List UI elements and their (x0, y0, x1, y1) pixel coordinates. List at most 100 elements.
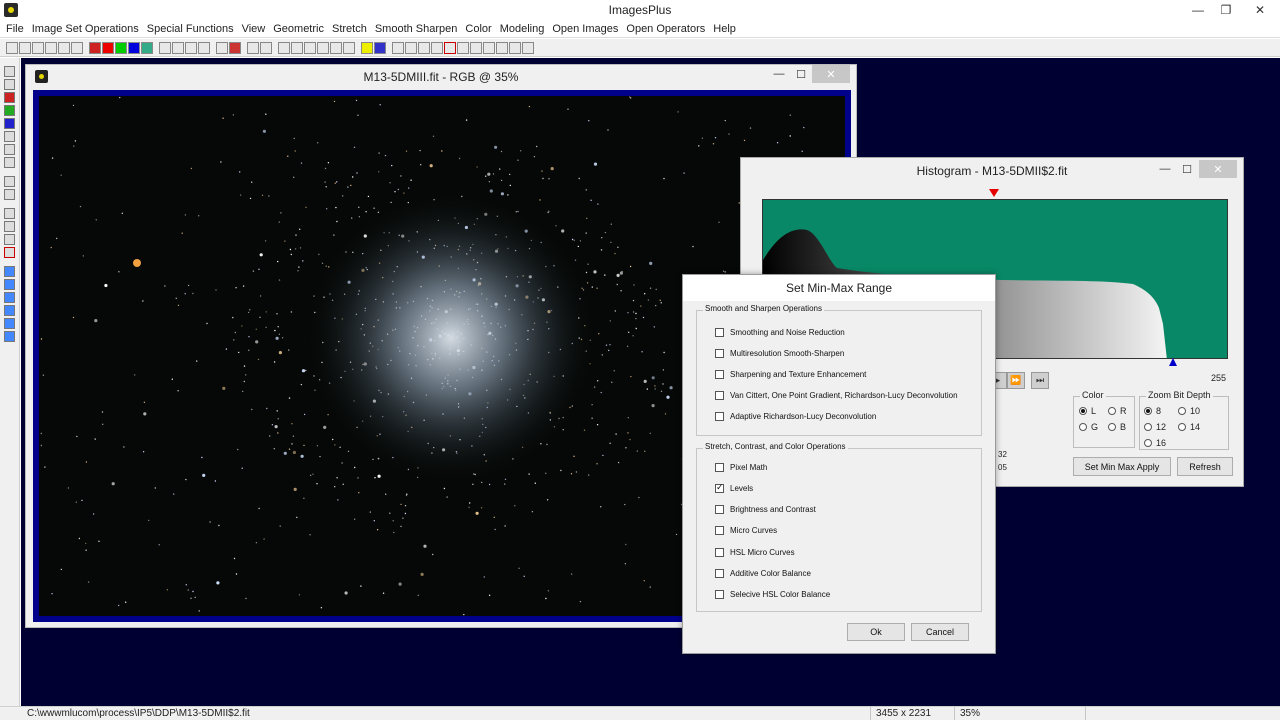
histogram-icon[interactable] (278, 41, 290, 54)
ok-button[interactable]: Ok (847, 623, 905, 641)
arrow-up-icon[interactable] (4, 279, 15, 290)
point-tool-icon[interactable] (216, 41, 228, 54)
close-image-icon[interactable] (45, 41, 57, 54)
menu-color[interactable]: Color (461, 23, 495, 35)
tool-icon[interactable] (4, 144, 15, 155)
tool-icon[interactable] (4, 234, 15, 245)
menu-stretch[interactable]: Stretch (328, 23, 371, 35)
green-channel-icon[interactable] (115, 41, 127, 54)
tool-icon[interactable] (4, 79, 15, 90)
undo-icon[interactable] (159, 41, 171, 54)
new-file-icon[interactable] (6, 41, 18, 54)
color-radio-l[interactable]: L (1079, 406, 1096, 416)
checkbox-multiresolution-smooth-sharpen[interactable]: Multiresolution Smooth-Sharpen (715, 349, 844, 358)
image-minimize-button[interactable]: — (768, 65, 790, 83)
checkbox-adaptive-rl-deconvolution[interactable]: Adaptive Richardson-Lucy Deconvolution (715, 412, 876, 421)
window-min-icon[interactable] (522, 41, 534, 54)
app-maximize-button[interactable]: ❐ (1212, 0, 1240, 20)
cancel-button[interactable]: Cancel (911, 623, 969, 641)
tool-icon[interactable] (4, 221, 15, 232)
mask-icon[interactable] (374, 41, 386, 54)
menu-image-set-operations[interactable]: Image Set Operations (28, 23, 143, 35)
redo-all-icon[interactable] (198, 41, 210, 54)
menu-special-functions[interactable]: Special Functions (143, 23, 238, 35)
color-radio-b[interactable]: B (1108, 422, 1126, 432)
checkbox-smoothing-noise-reduction[interactable]: Smoothing and Noise Reduction (715, 328, 845, 337)
redo-icon[interactable] (172, 41, 184, 54)
window-tile-icon[interactable] (483, 41, 495, 54)
menu-file[interactable]: File (2, 23, 28, 35)
move-icon[interactable] (4, 266, 15, 277)
checkbox-micro-curves[interactable]: Micro Curves (715, 526, 777, 535)
tool-icon[interactable] (4, 131, 15, 142)
blue-channel-icon[interactable] (128, 41, 140, 54)
menu-smooth-sharpen[interactable]: Smooth Sharpen (371, 23, 462, 35)
zoom-minus-icon[interactable] (457, 41, 469, 54)
window-small-icon[interactable] (509, 41, 521, 54)
menu-modeling[interactable]: Modeling (496, 23, 549, 35)
zoom-in-icon[interactable] (392, 41, 404, 54)
color-radio-r[interactable]: R (1108, 406, 1127, 416)
tool-icon[interactable] (4, 92, 15, 103)
zoom-radio-14[interactable]: 14 (1178, 422, 1200, 432)
max-marker[interactable] (1169, 358, 1177, 366)
menu-open-images[interactable]: Open Images (548, 23, 622, 35)
window-cascade-icon[interactable] (496, 41, 508, 54)
checkbox-levels[interactable]: Levels (715, 482, 753, 493)
red-channel-icon[interactable] (102, 41, 114, 54)
rotate-left-icon[interactable] (4, 305, 15, 316)
image-maximize-button[interactable]: ☐ (790, 65, 812, 83)
pencil-icon[interactable] (361, 41, 373, 54)
tool-icon[interactable] (4, 157, 15, 168)
close-all-icon[interactable] (58, 41, 70, 54)
zoom-fit-icon[interactable] (418, 41, 430, 54)
arrow-right-icon[interactable] (4, 292, 15, 303)
fast-forward-icon[interactable]: ⏩ (1007, 372, 1025, 389)
checkbox-selective-hsl-color-balance[interactable]: Selecive HSL Color Balance (715, 590, 830, 599)
window-icon[interactable] (470, 41, 482, 54)
refresh-button[interactable]: Refresh (1177, 457, 1233, 476)
checkbox-sharpening-texture[interactable]: Sharpening and Texture Enhancement (715, 370, 866, 379)
line-tool-icon[interactable] (247, 41, 259, 54)
undo-all-icon[interactable] (185, 41, 197, 54)
tool-icon[interactable] (4, 118, 15, 129)
rgb-channel-icon[interactable] (89, 41, 101, 54)
menu-help[interactable]: Help (709, 23, 740, 35)
tool-icon[interactable] (4, 105, 15, 116)
zoom-radio-8[interactable]: 8 (1144, 406, 1161, 416)
checkbox-van-cittert-deconvolution[interactable]: Van Cittert, One Point Gradient, Richard… (715, 391, 958, 400)
color-radio-g[interactable]: G (1079, 422, 1098, 432)
zoom-radio-12[interactable]: 12 (1144, 422, 1166, 432)
zoom-reset-icon[interactable] (431, 41, 443, 54)
grid-overlay-icon[interactable] (330, 41, 342, 54)
tool-icon[interactable] (4, 189, 15, 200)
zoom-radio-10[interactable]: 10 (1178, 406, 1200, 416)
profile-icon[interactable] (260, 41, 272, 54)
camera-icon[interactable] (343, 41, 355, 54)
checkbox-additive-color-balance[interactable]: Additive Color Balance (715, 569, 811, 578)
tool-icon[interactable] (4, 176, 15, 187)
app-close-button[interactable]: ✕ (1240, 0, 1280, 20)
flip-icon[interactable] (4, 331, 15, 342)
rotate-right-icon[interactable] (4, 318, 15, 329)
open-folder-icon[interactable] (19, 41, 31, 54)
checkbox-brightness-contrast[interactable]: Brightness and Contrast (715, 505, 816, 514)
set-min-max-apply-button[interactable]: Set Min Max Apply (1073, 457, 1171, 476)
tool-icon[interactable] (4, 66, 15, 77)
crosshair-icon[interactable] (317, 41, 329, 54)
crosshair-green-icon[interactable] (304, 41, 316, 54)
print-icon[interactable] (71, 41, 83, 54)
app-minimize-button[interactable]: — (1184, 0, 1212, 20)
grid-icon[interactable] (141, 41, 153, 54)
histogram-minimize-button[interactable]: — (1155, 160, 1175, 178)
checkbox-hsl-micro-curves[interactable]: HSL Micro Curves (715, 548, 795, 557)
tool-icon[interactable] (4, 247, 15, 258)
zoom-out-icon[interactable] (405, 41, 417, 54)
target-icon[interactable] (229, 41, 241, 54)
menu-geometric[interactable]: Geometric (269, 23, 328, 35)
save-icon[interactable] (32, 41, 44, 54)
tool-icon[interactable] (4, 208, 15, 219)
measure-icon[interactable] (291, 41, 303, 54)
menu-view[interactable]: View (238, 23, 270, 35)
histogram-maximize-button[interactable]: ☐ (1177, 160, 1197, 178)
